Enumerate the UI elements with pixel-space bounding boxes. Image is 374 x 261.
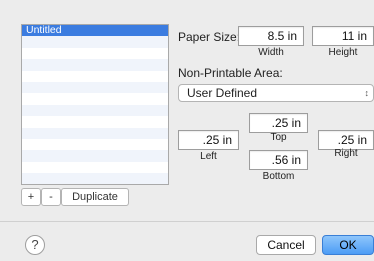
updown-arrows-icon: ↕ xyxy=(364,88,370,98)
size-list-empty-row xyxy=(22,93,168,105)
height-label: Height xyxy=(328,47,358,58)
size-list-empty-row xyxy=(22,116,168,128)
right-label: Right xyxy=(334,148,358,159)
non-printable-selected: User Defined xyxy=(187,86,258,100)
ok-button[interactable]: OK xyxy=(322,235,374,255)
left-label: Left xyxy=(200,151,217,162)
size-list-empty-row xyxy=(22,104,168,117)
paper-size-label: Paper Size: xyxy=(178,30,241,44)
paper-height-field[interactable]: 11 in xyxy=(312,26,374,46)
paper-width-field[interactable]: 8.5 in xyxy=(238,26,304,46)
top-label: Top xyxy=(270,132,287,143)
size-list-empty-row xyxy=(22,59,168,71)
margin-left-field[interactable]: .25 in xyxy=(178,130,239,150)
margin-bottom-field[interactable]: .56 in xyxy=(249,150,308,170)
remove-size-button[interactable]: - xyxy=(41,188,61,206)
size-list-item[interactable]: Untitled xyxy=(22,25,168,37)
non-printable-label: Non-Printable Area: xyxy=(178,66,283,80)
cancel-button[interactable]: Cancel xyxy=(256,235,316,255)
footer-divider xyxy=(0,221,374,222)
help-icon[interactable]: ? xyxy=(25,235,45,255)
non-printable-popup[interactable]: User Defined ↕ xyxy=(178,84,374,102)
size-list-empty-row xyxy=(22,173,168,184)
margin-right-field[interactable]: .25 in xyxy=(318,130,374,150)
size-list-empty-row xyxy=(22,127,168,139)
size-list-empty-row xyxy=(22,161,168,174)
size-list-empty-row xyxy=(22,47,168,60)
size-list-empty-row xyxy=(22,81,168,94)
bottom-label: Bottom xyxy=(262,171,295,182)
size-list-empty-row xyxy=(22,138,168,151)
size-list-empty-row xyxy=(22,70,168,82)
duplicate-size-button[interactable]: Duplicate xyxy=(61,188,129,206)
width-label: Width xyxy=(258,47,284,58)
custom-size-list[interactable]: Untitled xyxy=(21,24,169,185)
add-size-button[interactable]: + xyxy=(21,188,41,206)
size-list-empty-row xyxy=(22,150,168,162)
size-list-empty-row xyxy=(22,36,168,48)
margin-top-field[interactable]: .25 in xyxy=(249,113,308,133)
